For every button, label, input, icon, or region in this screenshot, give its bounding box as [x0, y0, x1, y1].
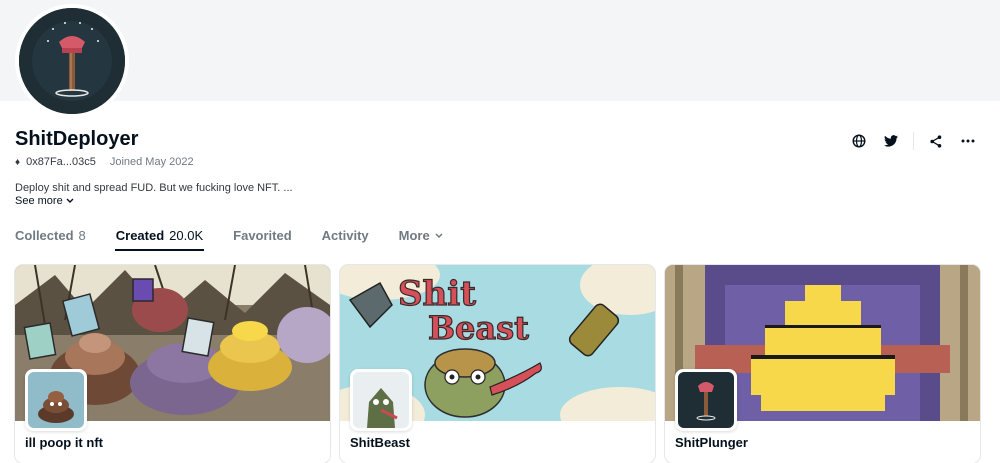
- see-more-button[interactable]: See more: [15, 195, 74, 207]
- tab-label: Collected: [15, 228, 74, 243]
- wallet-address[interactable]: 0x87Fa...03c5: [26, 156, 96, 168]
- collection-title: ShitBeast: [350, 435, 410, 450]
- tab-count: 20.0K: [169, 228, 204, 243]
- svg-text:Beast: Beast: [428, 309, 529, 347]
- tab-created[interactable]: Created 20.0K: [114, 226, 205, 251]
- collection-grid: ill poop it nft Shit Beast ShitBeast Shi…: [15, 265, 980, 463]
- collection-avatar: [25, 369, 87, 431]
- collection-title: ill poop it nft: [25, 435, 103, 450]
- tab-label: More: [398, 228, 430, 243]
- joined-date: Joined May 2022: [109, 156, 194, 168]
- collection-avatar: [350, 369, 412, 431]
- collection-card[interactable]: ill poop it nft: [15, 265, 330, 463]
- profile-actions: [843, 131, 984, 151]
- tab-activity[interactable]: Activity: [322, 226, 369, 251]
- collection-card[interactable]: Shit Beast ShitBeast: [340, 265, 655, 463]
- svg-text:Shit: Shit: [398, 274, 476, 314]
- profile-avatar: [15, 4, 129, 118]
- tab-label: Favorited: [233, 228, 292, 243]
- profile-bio: Deploy shit and spread FUD. But we fucki…: [15, 182, 293, 194]
- tab-label: Activity: [321, 228, 369, 243]
- actions-divider: [913, 132, 914, 150]
- collection-card[interactable]: ShitPlunger: [665, 265, 980, 463]
- chevron-down-icon: [66, 198, 74, 203]
- profile-banner: [0, 0, 1000, 101]
- globe-icon: [852, 134, 866, 148]
- tab-more[interactable]: More: [399, 226, 443, 251]
- ethereum-icon: ♦: [15, 156, 21, 168]
- tab-favorited[interactable]: Favorited: [233, 226, 292, 251]
- chevron-down-icon: [435, 232, 443, 238]
- more-icon: [961, 139, 975, 143]
- tab-label: Created: [115, 228, 165, 243]
- profile-tabs: Collected 8 Created 20.0K Favorited Acti…: [15, 226, 473, 251]
- tab-collected[interactable]: Collected 8: [15, 226, 86, 251]
- twitter-icon: [884, 135, 898, 147]
- share-icon: [930, 134, 942, 148]
- twitter-button[interactable]: [875, 131, 907, 151]
- collection-avatar: [675, 369, 737, 431]
- plunger-icon: [19, 8, 125, 114]
- see-more-label: See more: [15, 195, 63, 207]
- collection-title: ShitPlunger: [675, 435, 748, 450]
- profile-meta: ♦ 0x87Fa...03c5 Joined May 2022: [15, 156, 194, 168]
- tab-count: 8: [78, 228, 86, 243]
- more-options-button[interactable]: [952, 131, 984, 151]
- share-button[interactable]: [920, 131, 952, 151]
- profile-name: ShitDeployer: [15, 128, 139, 150]
- website-button[interactable]: [843, 131, 875, 151]
